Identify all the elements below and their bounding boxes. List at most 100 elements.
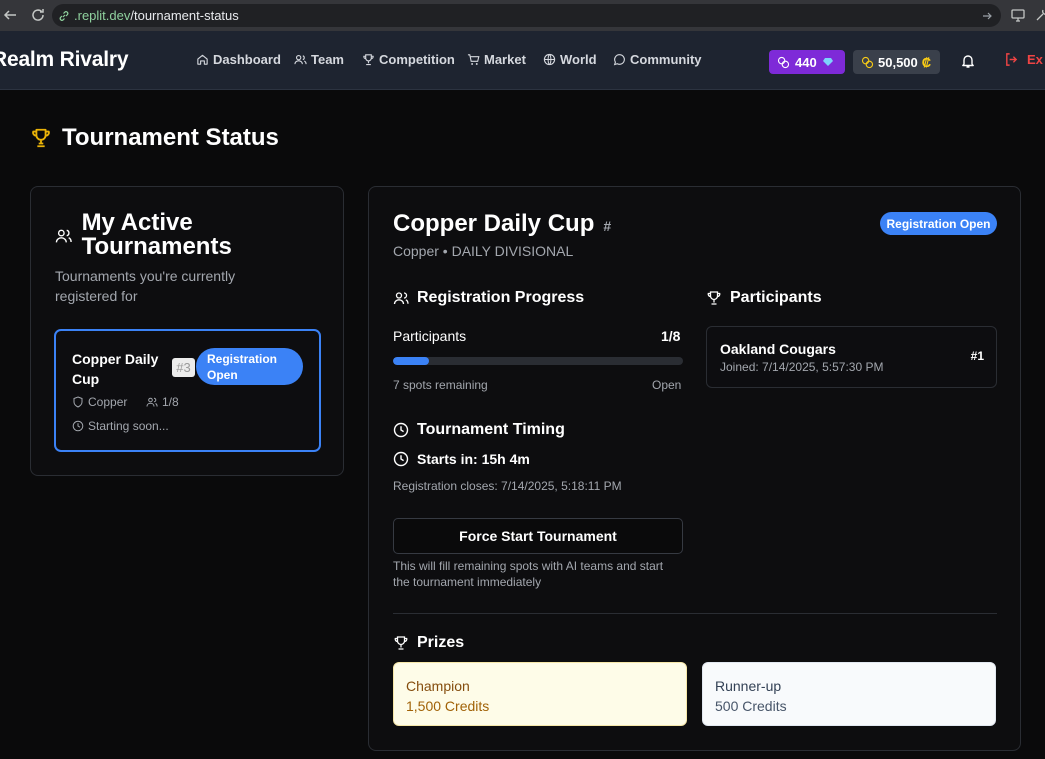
screen-cast-icon[interactable]	[1010, 7, 1026, 23]
spots-remaining: 7 spots remaining	[393, 378, 488, 392]
url-path: /tournament-status	[130, 8, 239, 23]
page-title: Tournament Status	[30, 124, 279, 152]
credits-value: 50,500	[878, 54, 918, 70]
message-icon	[613, 54, 625, 66]
my-tournaments-card: My Active Tournaments Tournaments you're…	[30, 186, 344, 476]
prize-amount: 500 Credits	[715, 698, 787, 714]
tournament-item-division: Copper	[72, 395, 127, 409]
back-arrow-icon[interactable]	[2, 7, 18, 23]
nav-world-label: World	[560, 52, 597, 67]
site-info-icon[interactable]	[58, 10, 70, 22]
tournament-timing-title: Tournament Timing	[417, 421, 565, 438]
tournament-item-participants: 1/8	[146, 395, 179, 409]
gem-icon	[822, 58, 833, 66]
status-badge: Registration Open	[196, 348, 303, 385]
nav-dashboard-label: Dashboard	[213, 52, 281, 67]
section-divider	[393, 613, 997, 614]
users-icon	[55, 229, 72, 243]
prize-place: Runner-up	[715, 678, 782, 694]
trophy-icon	[707, 291, 721, 305]
top-navbar: Realm Rivalry Dashboard Team Competition…	[0, 31, 1045, 90]
browser-toolbar: .replit.dev/tournament-status	[0, 0, 1045, 31]
url-host: .replit.dev	[74, 8, 131, 23]
nav-team[interactable]: Team	[294, 52, 344, 67]
registration-closes: Registration closes: 7/14/2025, 5:18:11 …	[393, 479, 622, 493]
participants-title: Participants	[730, 289, 822, 306]
prizes-title: Prizes	[417, 634, 465, 651]
status-badge: Registration Open	[880, 212, 997, 235]
users-icon	[146, 397, 158, 407]
participants-value: 1/8	[661, 328, 681, 344]
participant-rank: #1	[970, 349, 984, 363]
tournament-hash: #	[603, 218, 612, 234]
nav-market[interactable]: Market	[467, 52, 526, 67]
prize-place: Champion	[406, 678, 470, 694]
globe-icon	[543, 53, 556, 66]
logout-label: Ex	[1027, 52, 1043, 67]
tournament-list-item[interactable]: Copper Daily Cup #3 Registration Open Co…	[54, 329, 321, 452]
starts-in: Starts in: 15h 4m	[393, 451, 530, 467]
prize-runner-up: Runner-up 500 Credits	[702, 662, 996, 726]
participants-count: 1/8	[162, 395, 179, 409]
tournament-title: Copper Daily Cup #	[393, 210, 611, 238]
cart-icon	[467, 54, 480, 65]
tournament-name: Copper Daily Cup	[393, 210, 595, 237]
participant-row[interactable]: Oakland Cougars Joined: 7/14/2025, 5:57:…	[706, 326, 997, 388]
timing-label: Starting soon...	[88, 419, 169, 433]
my-tournaments-subtitle: Tournaments you're currently registered …	[55, 268, 236, 304]
force-start-button[interactable]: Force Start Tournament	[393, 518, 683, 554]
nav-market-label: Market	[484, 52, 526, 67]
clock-icon	[393, 422, 409, 438]
nav-community-label: Community	[630, 52, 702, 67]
home-icon	[197, 54, 208, 65]
tournament-item-timing: Starting soon...	[72, 419, 169, 433]
progress-fill	[393, 357, 430, 365]
nav-dashboard[interactable]: Dashboard	[196, 52, 281, 67]
wrench-icon[interactable]	[1034, 7, 1045, 23]
address-bar[interactable]: .replit.dev/tournament-status	[52, 4, 1001, 27]
bell-icon[interactable]	[960, 53, 976, 69]
participants-heading: Participants	[706, 289, 822, 307]
clock-icon	[393, 451, 409, 467]
tournament-item-name: Copper Daily Cup	[72, 351, 159, 387]
page-title-text: Tournament Status	[62, 124, 279, 151]
registration-state: Open	[652, 378, 682, 392]
gems-balance[interactable]: 440	[769, 50, 845, 74]
credit-symbol: ₡	[921, 54, 932, 70]
registration-progress-title: Registration Progress	[417, 289, 585, 306]
brand-logo[interactable]: Realm Rivalry	[0, 48, 129, 72]
participant-name: Oakland Cougars	[720, 341, 836, 357]
trophy-icon	[32, 128, 50, 148]
my-tournaments-title: My Active Tournaments	[81, 209, 232, 260]
trophy-icon	[363, 54, 374, 66]
users-icon	[393, 292, 409, 305]
logout-button[interactable]: Ex	[1004, 52, 1043, 67]
nav-community[interactable]: Community	[613, 52, 702, 67]
logout-icon	[1006, 53, 1018, 66]
prize-amount: 1,500 Credits	[406, 698, 490, 714]
trophy-icon	[394, 636, 408, 650]
tournament-subtitle: Copper • DAILY DIVISIONAL	[393, 243, 574, 259]
nav-team-label: Team	[311, 52, 344, 67]
prize-champion: Champion 1,500 Credits	[393, 662, 687, 726]
tournament-item-number: #3	[172, 358, 195, 377]
participant-joined: Joined: 7/14/2025, 5:57:30 PM	[720, 360, 884, 374]
division-label: Copper	[88, 395, 128, 409]
users-icon	[294, 54, 307, 65]
prizes-heading: Prizes	[393, 634, 464, 652]
shield-icon	[73, 396, 83, 408]
coins-icon	[777, 56, 790, 68]
gems-value: 440	[795, 54, 817, 70]
go-arrow-icon[interactable]	[981, 10, 993, 22]
participants-label: Participants	[393, 328, 467, 344]
nav-competition-label: Competition	[379, 52, 455, 67]
tournament-timing-heading: Tournament Timing	[393, 421, 565, 439]
nav-competition[interactable]: Competition	[362, 52, 455, 67]
credits-balance[interactable]: 50,500 ₡	[853, 50, 940, 74]
tournament-detail-card: Copper Daily Cup # Registration Open Cop…	[368, 186, 1021, 751]
nav-world[interactable]: World	[543, 52, 597, 67]
registration-progress-heading: Registration Progress	[393, 289, 584, 307]
reload-icon[interactable]	[30, 7, 46, 23]
coins-icon	[861, 56, 874, 68]
registration-progress-bar	[393, 357, 683, 365]
